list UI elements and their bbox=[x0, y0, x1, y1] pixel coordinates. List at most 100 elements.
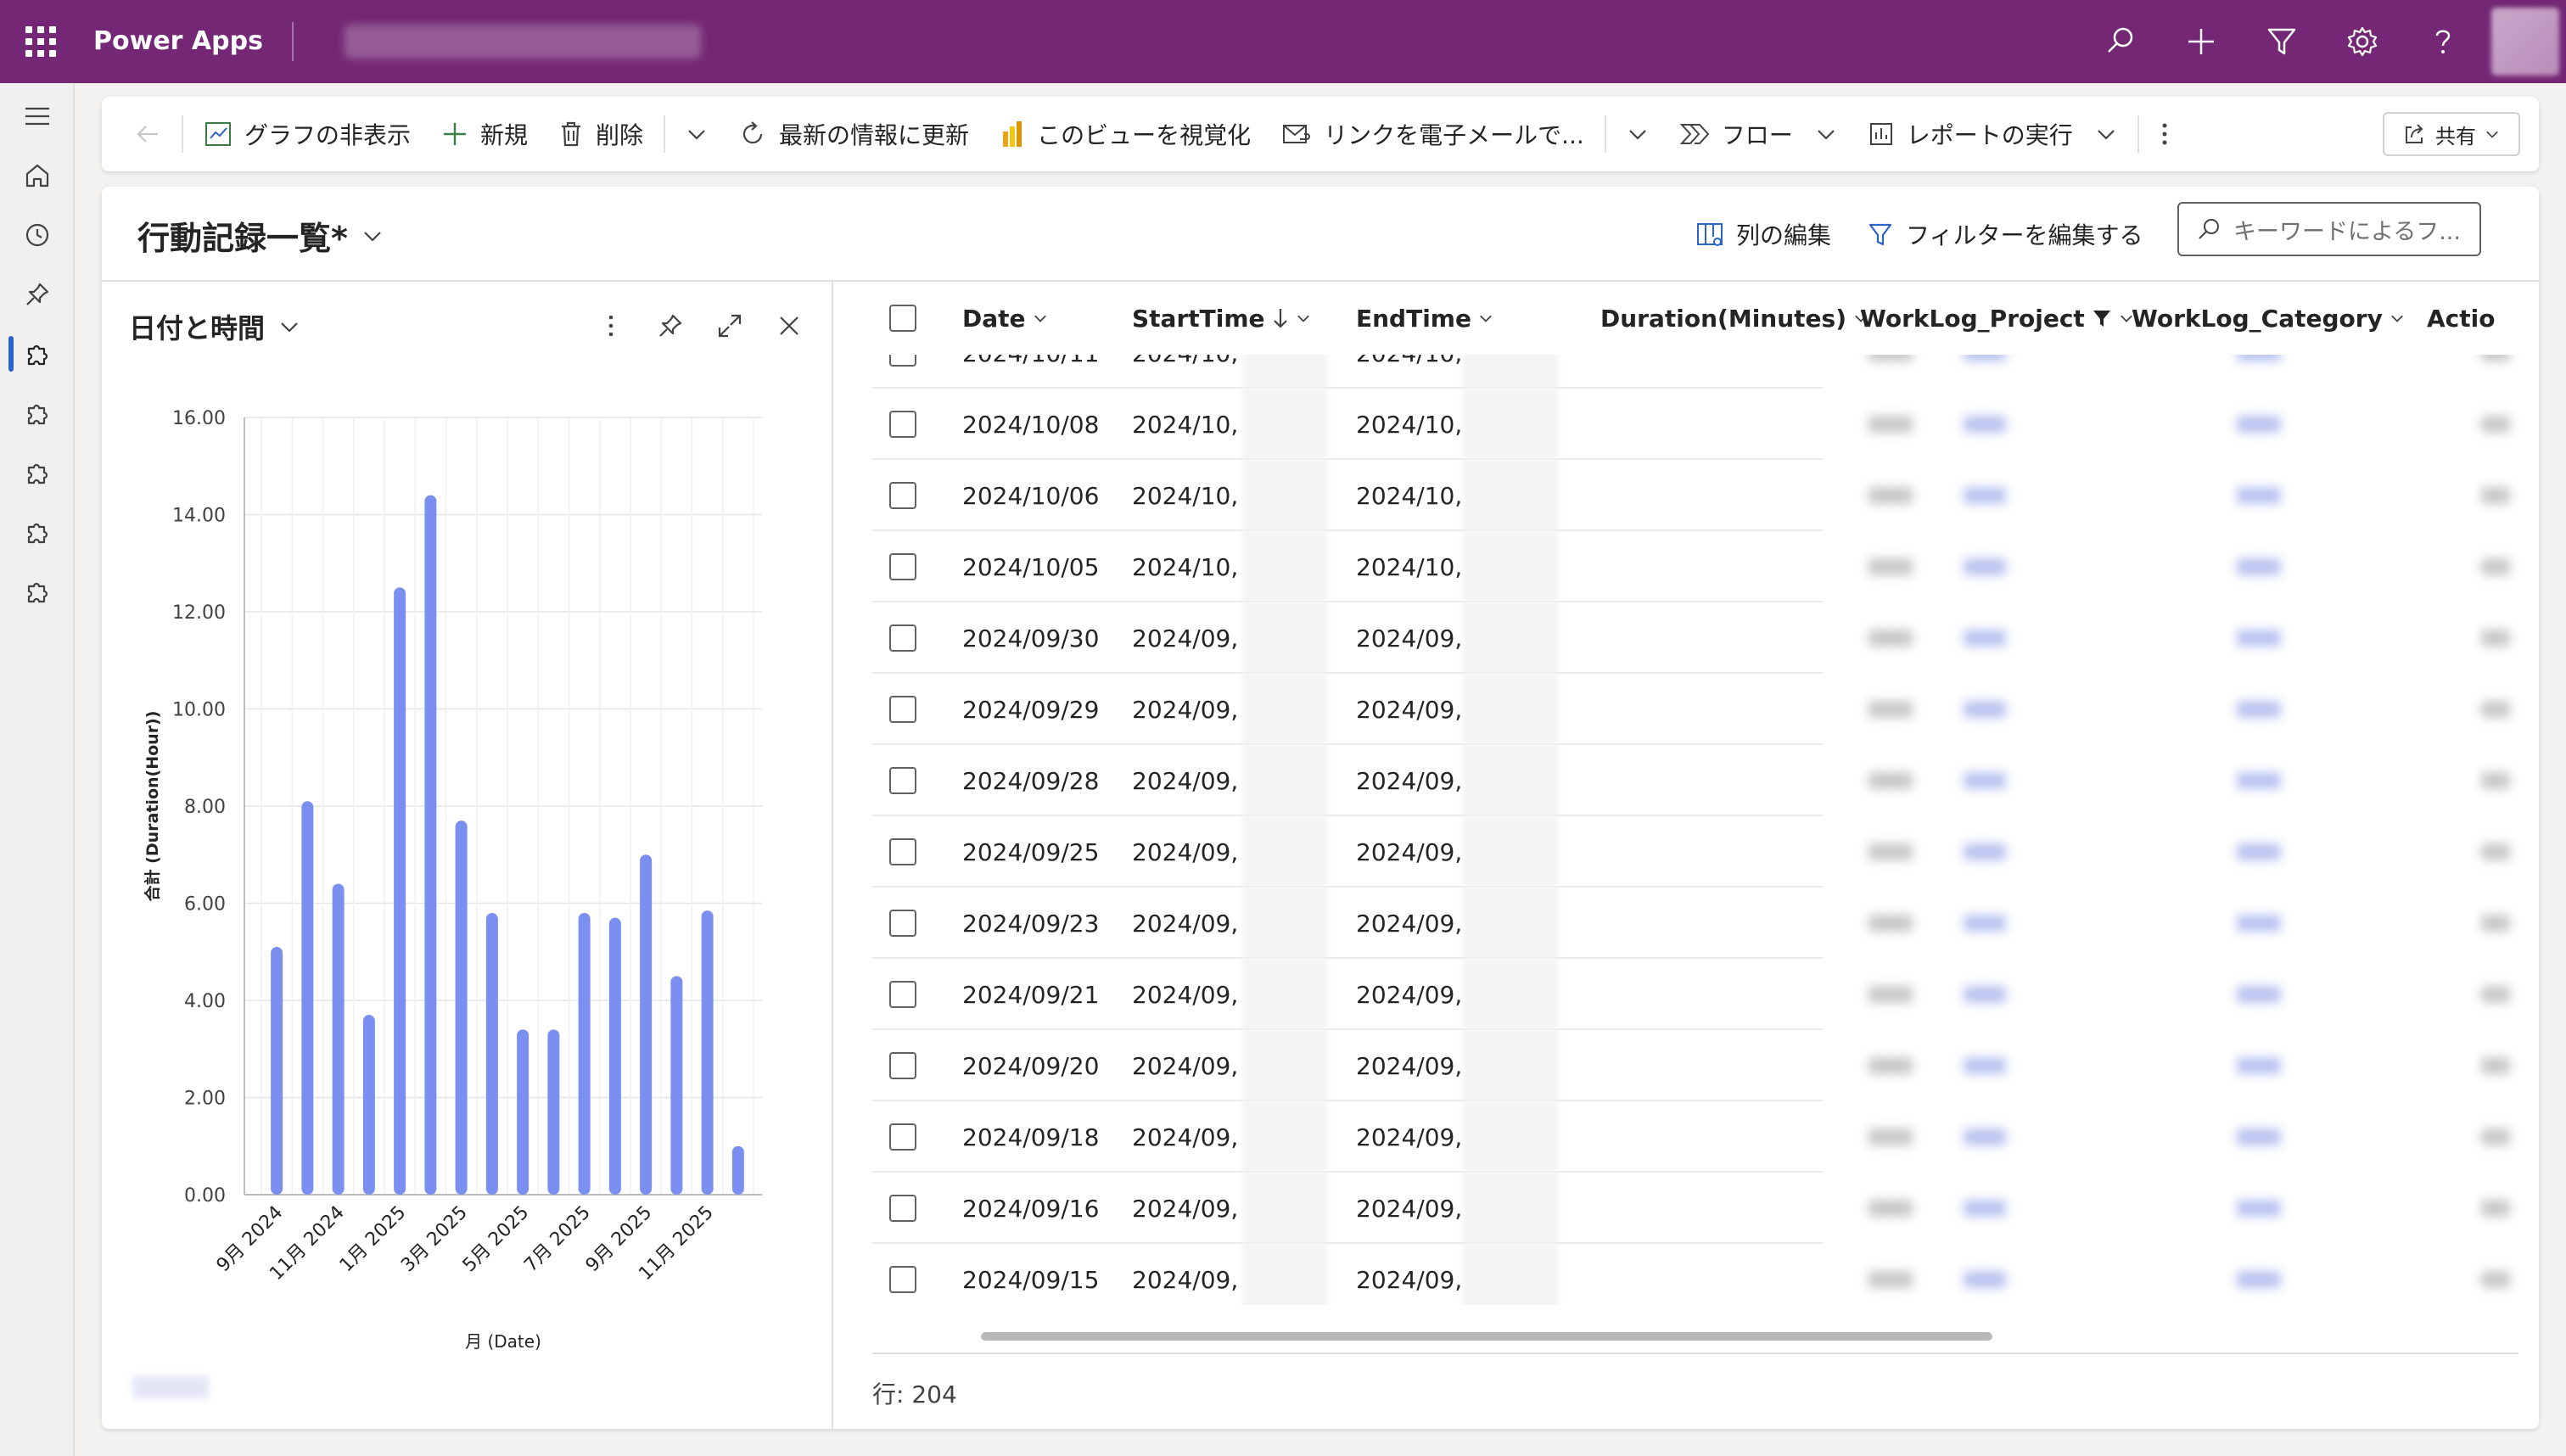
share-button[interactable]: 共有 bbox=[2383, 112, 2520, 156]
chart-selector[interactable]: 日付と時間 bbox=[129, 307, 300, 346]
user-avatar[interactable] bbox=[2491, 8, 2559, 76]
table-row[interactable]: 2024/09/28 2024/09, 2024/09, bbox=[835, 745, 2539, 816]
cell-date[interactable]: 2024/09/21 bbox=[962, 959, 1099, 1030]
new-button[interactable] bbox=[2160, 0, 2241, 83]
filter-button[interactable] bbox=[2241, 0, 2322, 83]
table-row[interactable]: 2024/09/23 2024/09, 2024/09, bbox=[835, 888, 2539, 959]
chart-expand-button[interactable] bbox=[703, 300, 757, 351]
more-commands-dropdown[interactable] bbox=[670, 104, 723, 164]
app-launcher-button[interactable] bbox=[0, 0, 81, 83]
app-title[interactable]: Power Apps bbox=[81, 22, 294, 61]
hamburger-button[interactable] bbox=[0, 87, 75, 146]
delete-button[interactable]: 削除 bbox=[543, 104, 658, 164]
row-checkbox[interactable] bbox=[889, 959, 916, 1030]
row-checkbox[interactable] bbox=[889, 389, 916, 460]
row-checkbox[interactable] bbox=[889, 745, 916, 816]
email-link-button[interactable]: リンクを電子メールで... bbox=[1266, 104, 1600, 164]
new-record-button[interactable]: 新規 bbox=[426, 104, 543, 164]
nav-pinned[interactable] bbox=[0, 265, 75, 324]
cell-date[interactable]: 2024/09/16 bbox=[962, 1173, 1099, 1244]
grid-pane: Date StartTime EndTime Duration(Minutes)… bbox=[835, 282, 2539, 1429]
cell-date[interactable]: 2024/10/08 bbox=[962, 389, 1099, 460]
redacted-category bbox=[2237, 915, 2281, 932]
column-header-category[interactable]: WorkLog_Category bbox=[2132, 282, 2405, 355]
table-row[interactable]: 2024/09/15 2024/09, 2024/09, bbox=[835, 1244, 2539, 1305]
chart-pin-button[interactable] bbox=[643, 300, 698, 351]
column-header-date[interactable]: Date bbox=[962, 282, 1048, 355]
table-row[interactable]: 2024/09/18 2024/09, 2024/09, bbox=[835, 1101, 2539, 1173]
table-row[interactable]: 2024/09/29 2024/09, 2024/09, bbox=[835, 674, 2539, 745]
table-row[interactable]: 2024/10/11 2024/10, 2024/10, bbox=[835, 355, 2539, 389]
cell-starttime: 2024/09, bbox=[1132, 909, 1239, 938]
cell-date[interactable]: 2024/09/23 bbox=[962, 888, 1099, 959]
horizontal-scrollbar[interactable] bbox=[981, 1332, 1992, 1341]
table-row[interactable]: 2024/09/20 2024/09, 2024/09, bbox=[835, 1030, 2539, 1101]
chart-close-button[interactable] bbox=[762, 300, 816, 351]
row-checkbox[interactable] bbox=[889, 460, 916, 531]
cell-date[interactable]: 2024/09/28 bbox=[962, 745, 1099, 816]
nav-entity-1[interactable] bbox=[0, 324, 75, 384]
refresh-button[interactable]: 最新の情報に更新 bbox=[723, 104, 984, 164]
table-row[interactable]: 2024/09/25 2024/09, 2024/09, bbox=[835, 816, 2539, 888]
table-row[interactable]: 2024/10/05 2024/10, 2024/10, bbox=[835, 531, 2539, 602]
search-button[interactable] bbox=[2080, 0, 2160, 83]
redacted-time bbox=[1242, 888, 1327, 959]
row-checkbox[interactable] bbox=[889, 1244, 916, 1305]
bar bbox=[517, 1029, 529, 1195]
more-vertical-icon bbox=[2162, 123, 2167, 145]
cell-date[interactable]: 2024/09/18 bbox=[962, 1101, 1099, 1173]
cell-date[interactable]: 2024/10/11 bbox=[962, 355, 1099, 389]
table-row[interactable]: 2024/09/16 2024/09, 2024/09, bbox=[835, 1173, 2539, 1244]
cell-date[interactable]: 2024/09/25 bbox=[962, 816, 1099, 888]
column-header-endtime[interactable]: EndTime bbox=[1356, 282, 1493, 355]
cell-date[interactable]: 2024/10/05 bbox=[962, 531, 1099, 602]
select-all-checkbox[interactable] bbox=[889, 282, 916, 355]
row-checkbox[interactable] bbox=[889, 816, 916, 888]
column-header-duration[interactable]: Duration(Minutes) bbox=[1600, 282, 1868, 355]
back-button[interactable] bbox=[119, 104, 176, 164]
cell-date[interactable]: 2024/09/15 bbox=[962, 1244, 1099, 1305]
help-button[interactable] bbox=[2402, 0, 2483, 83]
table-row[interactable]: 2024/10/08 2024/10, 2024/10, bbox=[835, 389, 2539, 460]
grid-rows: 2024/10/112024/10,2024/10,2024/10/082024… bbox=[835, 355, 2539, 1305]
row-checkbox[interactable] bbox=[889, 531, 916, 602]
visualize-button[interactable]: このビューを視覚化 bbox=[984, 104, 1266, 164]
nav-entity-5[interactable] bbox=[0, 562, 75, 621]
column-header-action[interactable]: Actio bbox=[2427, 282, 2496, 355]
cell-date[interactable]: 2024/09/29 bbox=[962, 674, 1099, 745]
column-header-project[interactable]: WorkLog_Project bbox=[1860, 282, 2134, 355]
nav-home[interactable] bbox=[0, 146, 75, 205]
row-checkbox[interactable] bbox=[889, 1101, 916, 1173]
row-checkbox[interactable] bbox=[889, 602, 916, 674]
cell-date[interactable]: 2024/09/20 bbox=[962, 1030, 1099, 1101]
cell-date[interactable]: 2024/10/06 bbox=[962, 460, 1099, 531]
row-checkbox[interactable] bbox=[889, 888, 916, 959]
nav-recent[interactable] bbox=[0, 205, 75, 265]
hide-chart-button[interactable]: グラフの非表示 bbox=[188, 104, 426, 164]
cell-date[interactable]: 2024/09/30 bbox=[962, 602, 1099, 674]
column-header-starttime[interactable]: StartTime bbox=[1132, 282, 1311, 355]
row-checkbox[interactable] bbox=[889, 1030, 916, 1101]
nav-entity-2[interactable] bbox=[0, 384, 75, 443]
settings-button[interactable] bbox=[2322, 0, 2402, 83]
run-report-button[interactable]: レポートの実行 bbox=[1852, 104, 2132, 164]
overflow-dropdown[interactable] bbox=[1611, 104, 1664, 164]
row-checkbox[interactable] bbox=[889, 674, 916, 745]
chart-more-button[interactable] bbox=[584, 300, 638, 351]
keyword-search-input[interactable]: キーワードによるフ... bbox=[2177, 202, 2481, 256]
nav-entity-3[interactable] bbox=[0, 443, 75, 502]
more-options-button[interactable] bbox=[2144, 104, 2185, 164]
table-row[interactable]: 2024/10/06 2024/10, 2024/10, bbox=[835, 460, 2539, 531]
grid-header: Date StartTime EndTime Duration(Minutes)… bbox=[835, 282, 2539, 355]
divider bbox=[664, 115, 666, 153]
cell-endtime: 2024/10, bbox=[1356, 552, 1463, 581]
row-checkbox[interactable] bbox=[889, 355, 916, 389]
edit-filters-button[interactable]: フィルターを編集する bbox=[1867, 217, 2143, 251]
table-row[interactable]: 2024/09/30 2024/09, 2024/09, bbox=[835, 602, 2539, 674]
edit-columns-button[interactable]: 列の編集 bbox=[1695, 217, 1831, 251]
row-checkbox[interactable] bbox=[889, 1173, 916, 1244]
nav-entity-4[interactable] bbox=[0, 502, 75, 562]
flow-button[interactable]: フロー bbox=[1664, 104, 1852, 164]
view-selector[interactable]: 行動記録一覧* bbox=[137, 212, 384, 259]
table-row[interactable]: 2024/09/21 2024/09, 2024/09, bbox=[835, 959, 2539, 1030]
